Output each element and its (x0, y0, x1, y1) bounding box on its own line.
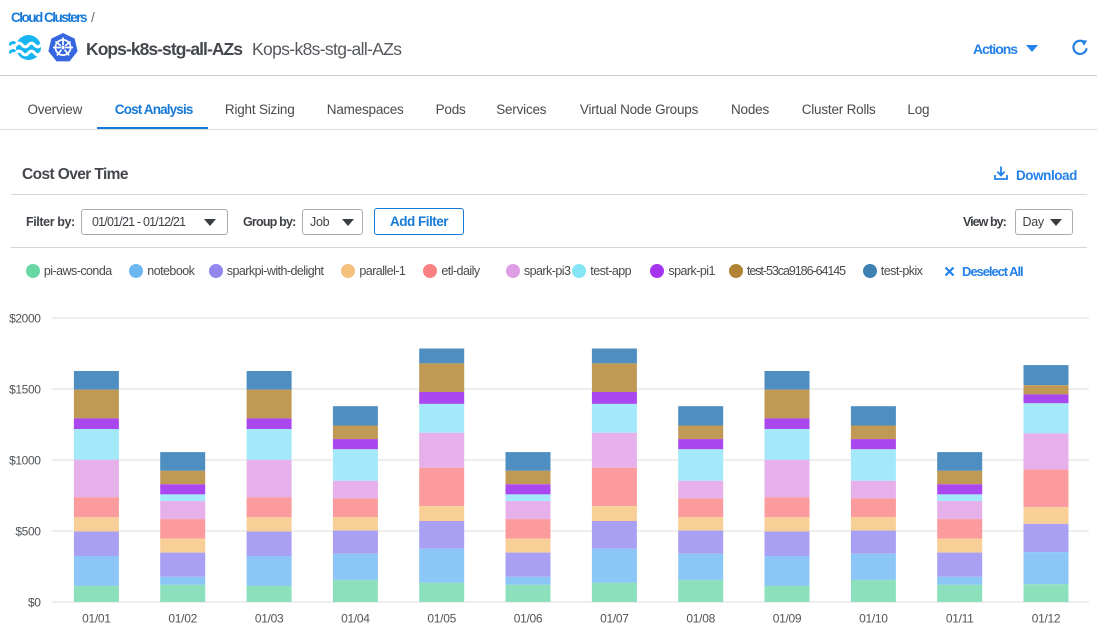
svg-text:01/10: 01/10 (859, 612, 888, 626)
svg-text:01/12: 01/12 (1032, 612, 1061, 626)
svg-text:01/09: 01/09 (773, 612, 802, 626)
svg-text:$500: $500 (15, 525, 41, 539)
svg-text:$1000: $1000 (9, 454, 41, 468)
svg-text:01/04: 01/04 (341, 612, 370, 626)
svg-text:$1500: $1500 (9, 383, 41, 397)
svg-text:$2000: $2000 (9, 312, 41, 326)
svg-text:01/02: 01/02 (168, 612, 197, 626)
svg-text:01/07: 01/07 (600, 612, 629, 626)
svg-text:01/06: 01/06 (514, 612, 543, 626)
svg-text:01/08: 01/08 (686, 612, 715, 626)
svg-text:01/01: 01/01 (82, 612, 111, 626)
svg-text:01/05: 01/05 (427, 612, 456, 626)
svg-text:$0: $0 (28, 596, 41, 610)
svg-text:01/03: 01/03 (255, 612, 284, 626)
svg-text:01/11: 01/11 (946, 612, 974, 626)
